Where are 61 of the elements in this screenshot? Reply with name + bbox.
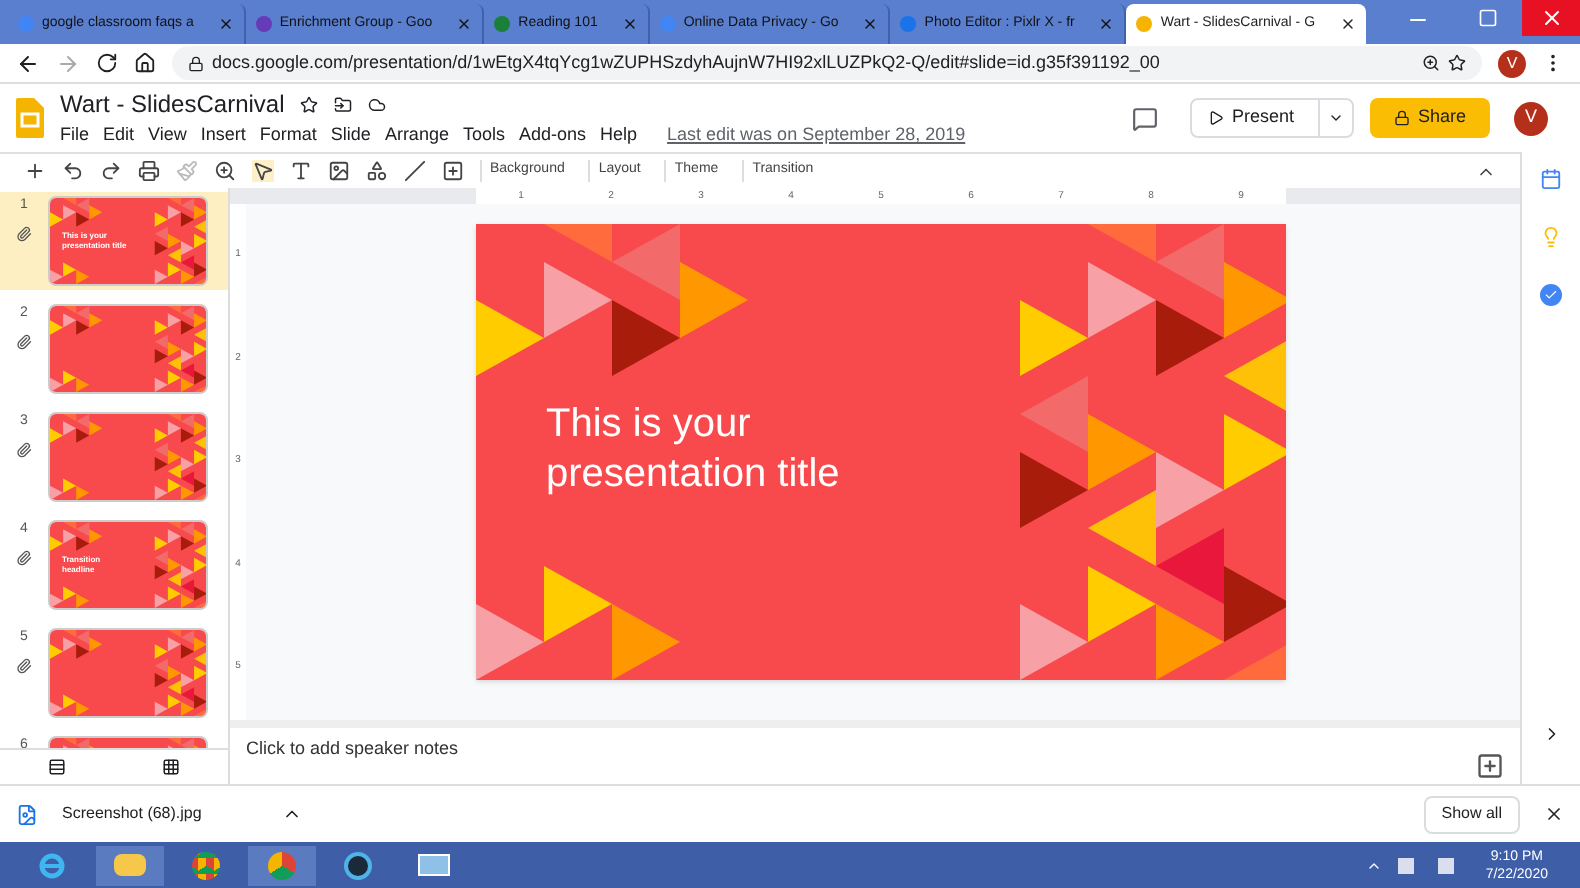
close-icon[interactable]: [1544, 804, 1564, 824]
filmstrip-view-icon[interactable]: [48, 758, 66, 776]
comment-add-icon[interactable]: [442, 160, 464, 182]
close-window-button[interactable]: [1521, 0, 1580, 36]
link-icon: [16, 549, 32, 565]
print-icon[interactable]: [138, 160, 160, 182]
image-file-icon: [16, 803, 38, 825]
account-avatar[interactable]: V: [1514, 101, 1548, 135]
caret-icon[interactable]: [1327, 110, 1344, 126]
menu-item[interactable]: Format: [259, 122, 317, 150]
menu-item[interactable]: File: [60, 122, 90, 150]
present-button[interactable]: Present: [1189, 98, 1354, 138]
move-folder-icon[interactable]: [334, 95, 353, 114]
menu-item[interactable]: Slide: [330, 122, 371, 150]
close-icon[interactable]: [1339, 16, 1356, 32]
link-icon: [16, 441, 32, 457]
menu-item[interactable]: Edit: [103, 122, 135, 150]
star-icon[interactable]: [300, 95, 319, 114]
share-button[interactable]: Share: [1369, 98, 1490, 138]
select-icon[interactable]: [252, 160, 274, 182]
text-box-icon[interactable]: [290, 160, 312, 182]
lock-icon: [188, 55, 204, 71]
link-icon: [16, 657, 32, 673]
speaker-notes-field[interactable]: Click to add speaker notes: [246, 736, 459, 763]
last-edit-link[interactable]: Last edit was on September 28, 2019: [667, 122, 966, 150]
download-file-name[interactable]: Screenshot (68).jpg: [62, 802, 202, 826]
menu-item[interactable]: Add-ons: [518, 122, 587, 150]
zoom-icon[interactable]: [1422, 54, 1440, 72]
slides-logo-icon: [16, 98, 44, 138]
menu-item[interactable]: Arrange: [384, 122, 449, 150]
shape-icon[interactable]: [366, 160, 388, 182]
cloud-icon: [368, 95, 387, 114]
link-icon: [16, 333, 32, 349]
line-icon[interactable]: [404, 160, 426, 182]
back-icon[interactable]: [16, 51, 40, 75]
home-icon[interactable]: [134, 52, 156, 74]
folder-icon[interactable]: [96, 845, 164, 885]
show-all-button[interactable]: Show all: [1423, 795, 1520, 833]
reload-icon[interactable]: [96, 52, 118, 74]
zoom-icon[interactable]: [214, 160, 236, 182]
explore-icon[interactable]: [1476, 752, 1504, 780]
calendar-icon[interactable]: [1540, 168, 1562, 190]
comment-icon[interactable]: [1131, 105, 1158, 131]
menu-item[interactable]: Help: [600, 122, 638, 150]
new-slide-icon[interactable]: [24, 160, 46, 182]
image-icon[interactable]: [328, 160, 350, 182]
menu-item[interactable]: View: [148, 122, 187, 150]
restore-icon[interactable]: [1477, 8, 1498, 28]
lock-icon: [1393, 110, 1410, 126]
link-icon: [16, 225, 32, 241]
tasks-icon[interactable]: [1540, 284, 1562, 306]
redo-icon[interactable]: [100, 160, 122, 182]
profile-avatar[interactable]: V: [1498, 49, 1526, 77]
menu-item[interactable]: Tools: [462, 122, 505, 150]
address-field[interactable]: docs.google.com/presentation/d/1wEtgX4tqYcg1wZUPHSzdyhAujnW7HI92xlLUZPkQ2-Q/edit#slide=id.g35f391192_00: [172, 46, 1482, 80]
undo-icon[interactable]: [62, 160, 84, 182]
document-title[interactable]: Wart - SlidesCarnival: [60, 86, 285, 123]
bookmark-star-icon[interactable]: [1448, 54, 1466, 72]
menu-item[interactable]: Insert: [200, 122, 246, 150]
grid-view-icon[interactable]: [162, 758, 180, 776]
play-icon: [1207, 110, 1224, 126]
